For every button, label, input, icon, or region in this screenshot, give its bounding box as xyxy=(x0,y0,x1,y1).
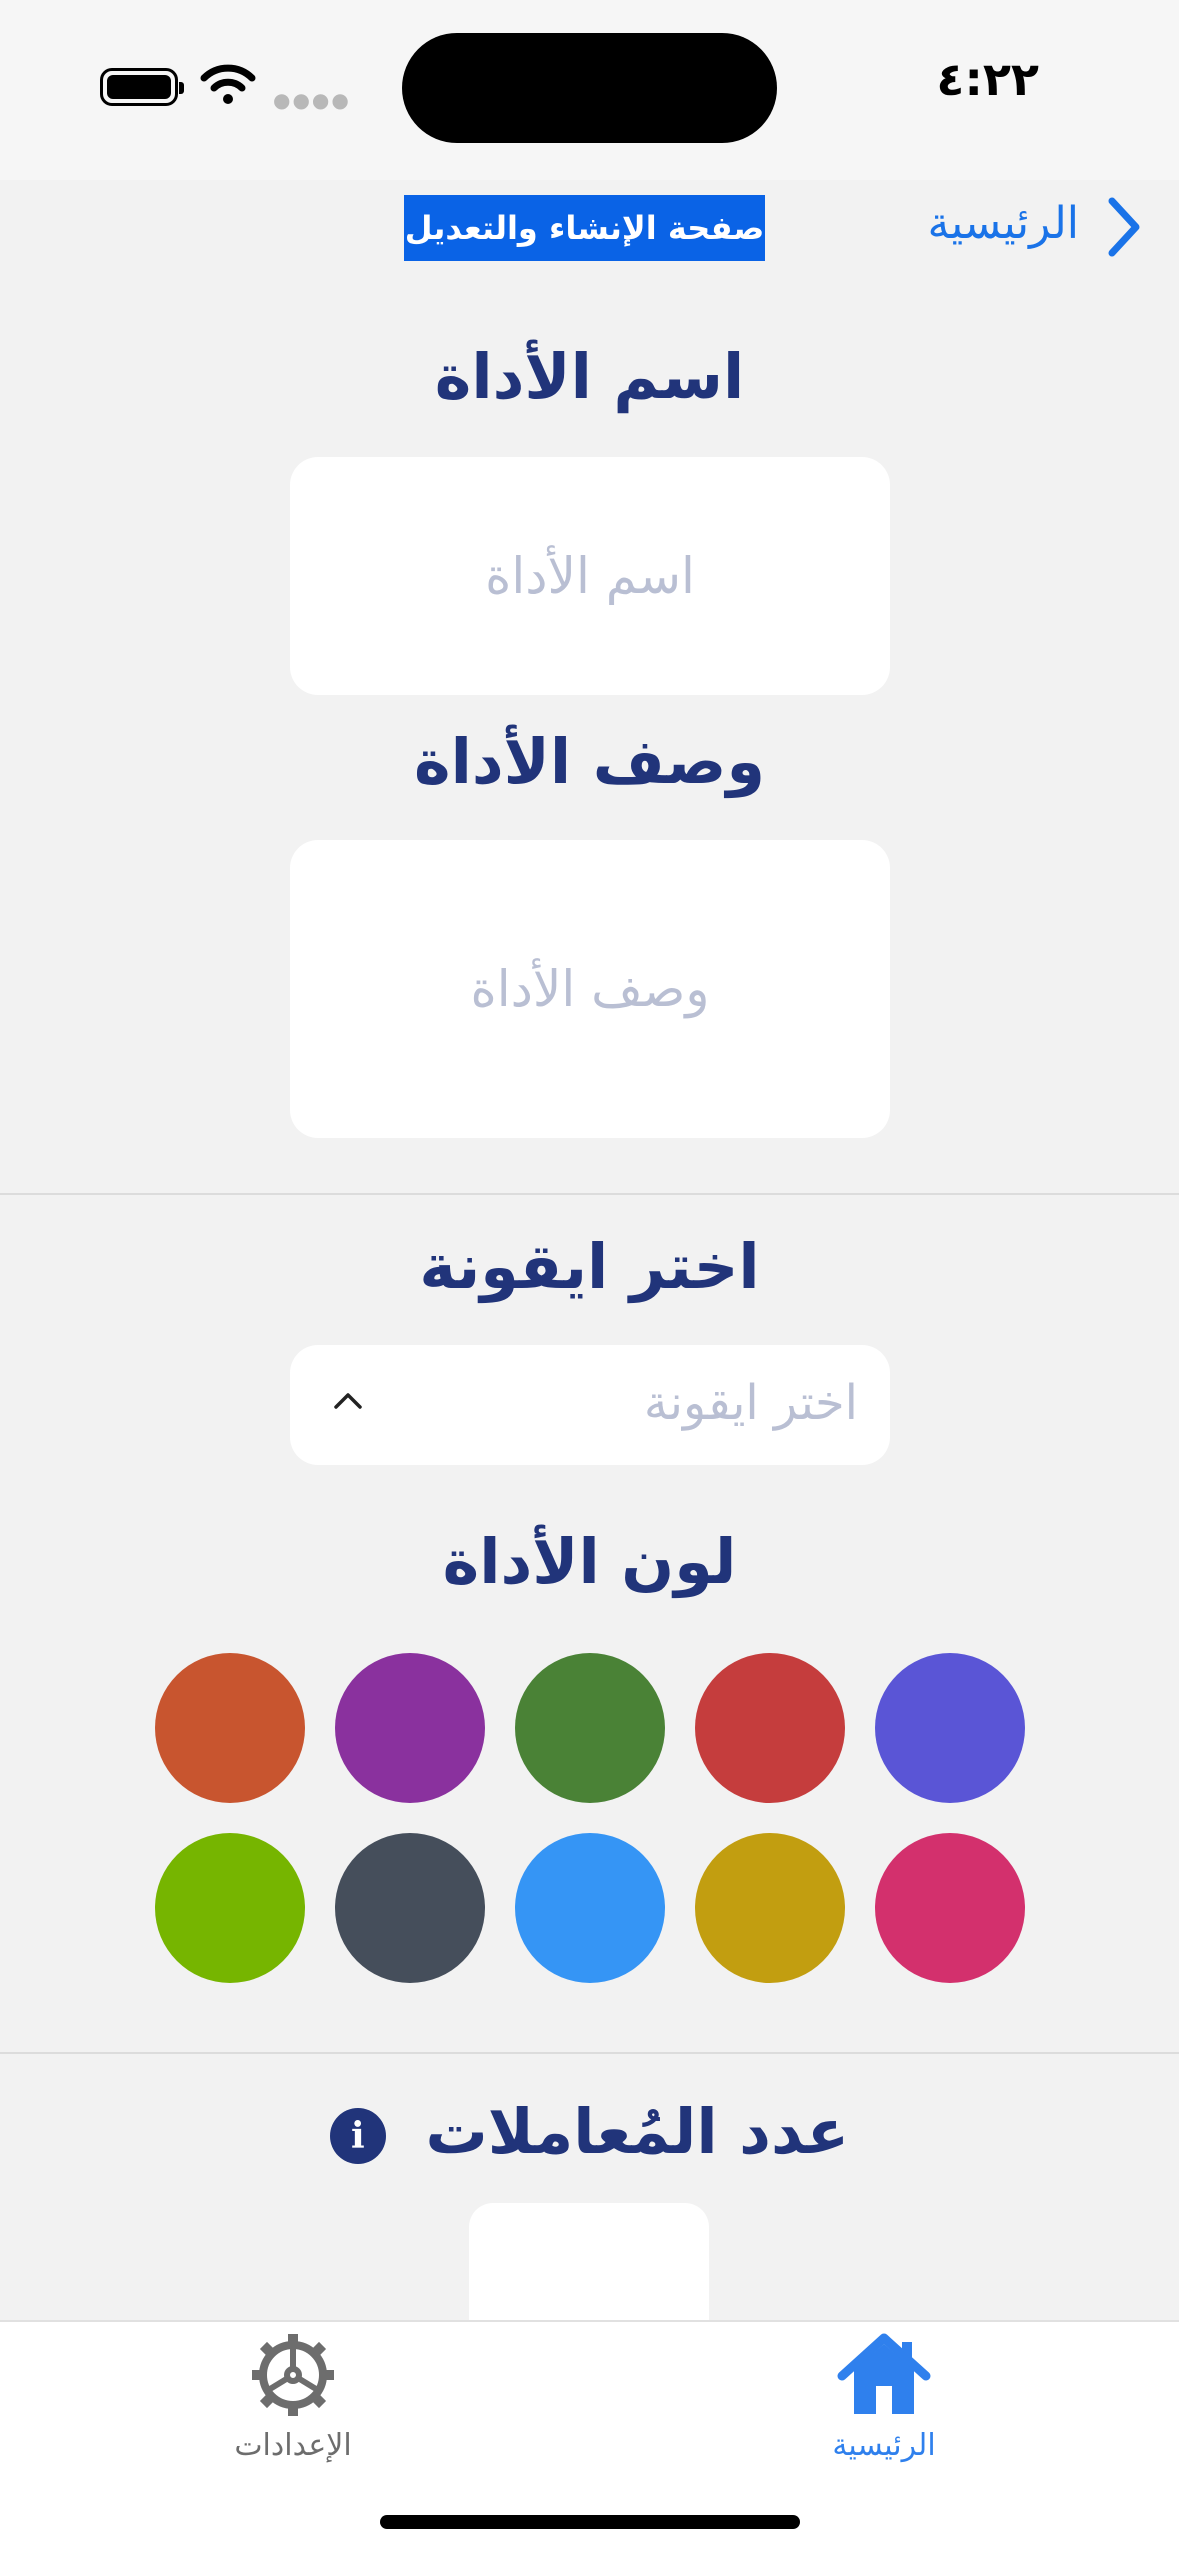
transactions-title-row: عدد المُعاملات i xyxy=(0,2095,1179,2168)
status-time: ٤:٢٢ xyxy=(936,52,1039,106)
tool-description-placeholder: وصف الأداة xyxy=(470,960,710,1018)
wifi-icon xyxy=(200,64,256,104)
section-divider xyxy=(0,1193,1179,1195)
color-swatch[interactable] xyxy=(515,1833,665,1983)
color-swatch[interactable] xyxy=(155,1653,305,1803)
info-icon[interactable]: i xyxy=(329,2107,386,2164)
color-swatch[interactable] xyxy=(155,1833,305,1983)
tool-description-title: وصف الأداة xyxy=(414,725,765,798)
battery-icon xyxy=(100,68,184,106)
icon-picker-dropdown[interactable]: اختر ايقونة xyxy=(290,1345,890,1465)
tab-settings[interactable]: الإعدادات xyxy=(183,2332,403,2502)
dynamic-island xyxy=(402,33,777,143)
tool-color-title: لون الأداة xyxy=(442,1525,737,1598)
back-button-label[interactable]: الرئيسية xyxy=(927,198,1079,249)
chevron-right-icon[interactable] xyxy=(1104,195,1144,259)
tool-name-input[interactable]: اسم الأداة xyxy=(290,457,890,695)
color-swatch[interactable] xyxy=(335,1833,485,1983)
status-bar: ●●●● ٤:٢٢ الرئيسية صفحة الإنشاء والتعديل xyxy=(0,0,1179,261)
color-swatch[interactable] xyxy=(695,1653,845,1803)
tab-home[interactable]: الرئيسية xyxy=(774,2332,994,2502)
tab-settings-label: الإعدادات xyxy=(234,2428,352,2463)
tab-home-label: الرئيسية xyxy=(832,2428,936,2463)
color-swatch[interactable] xyxy=(875,1653,1025,1803)
tool-name-placeholder: اسم الأداة xyxy=(485,547,695,605)
color-swatch[interactable] xyxy=(515,1653,665,1803)
transactions-title: عدد المُعاملات xyxy=(425,2095,850,2168)
gear-icon xyxy=(252,2334,334,2416)
tool-name-title: اسم الأداة xyxy=(434,340,745,413)
page-title-badge: صفحة الإنشاء والتعديل xyxy=(404,195,765,261)
chevron-up-icon xyxy=(334,1393,362,1409)
color-swatch[interactable] xyxy=(875,1833,1025,1983)
tool-description-input[interactable]: وصف الأداة xyxy=(290,840,890,1138)
signal-dots-icon: ●●●● xyxy=(273,88,351,112)
home-indicator xyxy=(380,2515,800,2529)
icon-picker-title: اختر ايقونة xyxy=(419,1230,760,1303)
color-swatch[interactable] xyxy=(695,1833,845,1983)
color-swatch[interactable] xyxy=(335,1653,485,1803)
home-icon xyxy=(837,2333,931,2414)
icon-picker-placeholder: اختر ايقونة xyxy=(643,1375,858,1431)
section-divider xyxy=(0,2052,1179,2054)
